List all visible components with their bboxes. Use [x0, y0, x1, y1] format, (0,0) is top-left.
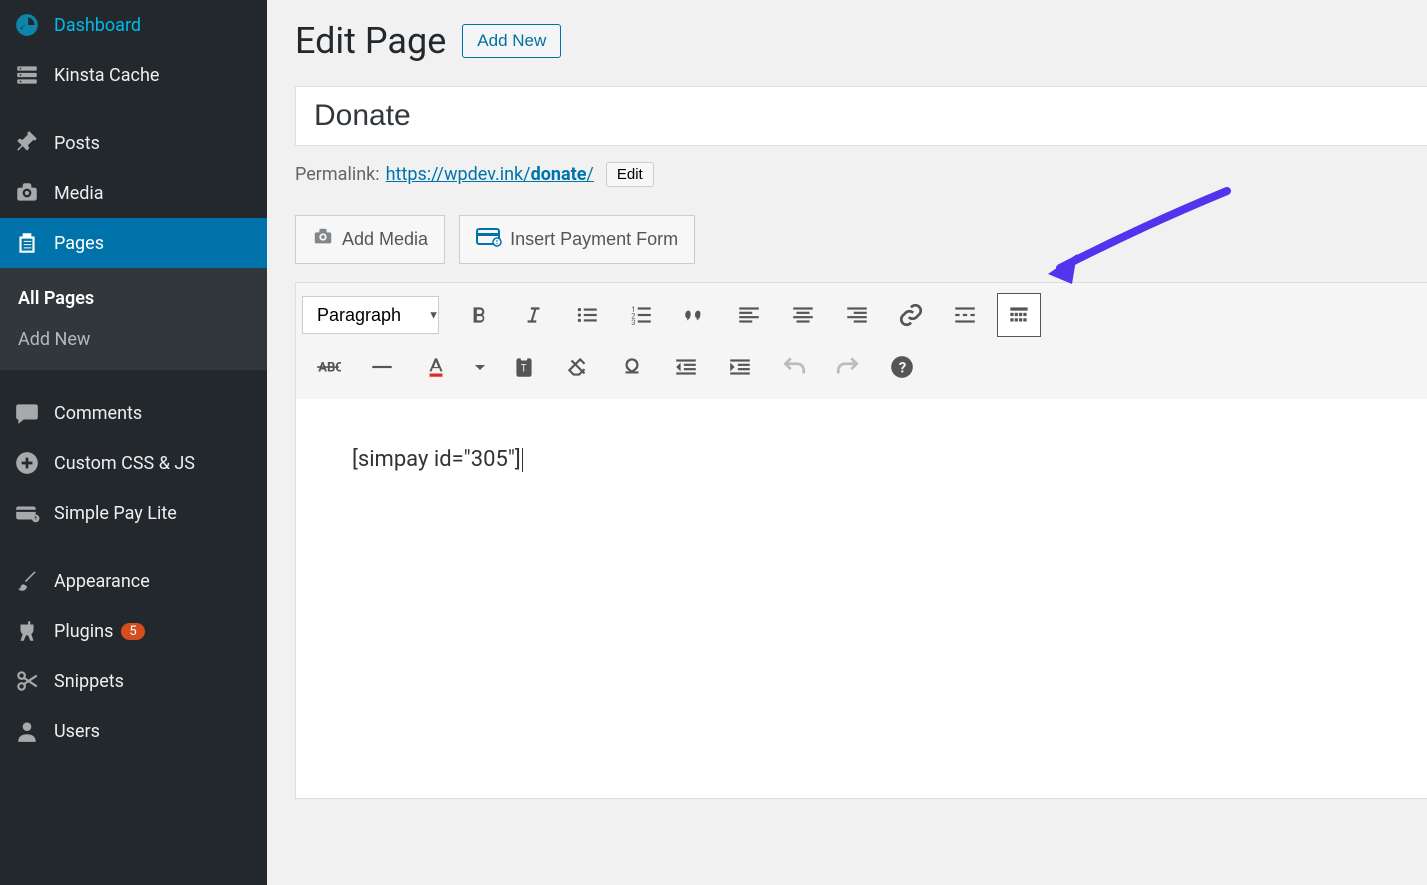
svg-text:ABC: ABC [318, 360, 341, 375]
sidebar-item-posts[interactable]: Posts [0, 118, 267, 168]
svg-text:?: ? [899, 358, 907, 376]
pages-submenu: All Pages Add New [0, 268, 267, 370]
plus-icon [14, 450, 40, 476]
sidebar-label: Snippets [54, 671, 124, 692]
special-character-button[interactable] [610, 345, 654, 389]
strikethrough-button[interactable]: ABC [306, 345, 350, 389]
media-icon [14, 180, 40, 206]
admin-sidebar: Dashboard Kinsta Cache Posts Media Pages… [0, 0, 267, 885]
permalink-link[interactable]: https://wpdev.ink/donate/ [386, 164, 594, 185]
add-media-button[interactable]: Add Media [295, 215, 445, 264]
blockquote-button[interactable] [673, 293, 717, 337]
main-content: Edit Page Add New Permalink: https://wpd… [267, 0, 1427, 885]
sidebar-item-users[interactable]: Users [0, 706, 267, 756]
sidebar-label: Media [54, 183, 104, 204]
bold-button[interactable] [457, 293, 501, 337]
pages-icon [14, 230, 40, 256]
page-title: Edit Page [295, 20, 446, 62]
editor-toolbar: Paragraph 123 ABC T [295, 282, 1427, 399]
comment-icon [14, 400, 40, 426]
media-buttons-row: Add Media Insert Payment Form [295, 215, 1427, 264]
sidebar-label: Posts [54, 133, 100, 154]
pin-icon [14, 130, 40, 156]
plugin-icon [14, 618, 40, 644]
sidebar-label: Plugins [54, 621, 113, 642]
sidebar-item-comments[interactable]: Comments [0, 388, 267, 438]
sidebar-item-appearance[interactable]: Appearance [0, 556, 267, 606]
text-color-button[interactable] [414, 345, 458, 389]
sidebar-label: Users [54, 721, 100, 742]
edit-permalink-button[interactable]: Edit [606, 162, 654, 187]
text-cursor [522, 448, 523, 472]
page-header: Edit Page Add New [295, 20, 1427, 62]
sidebar-label: Simple Pay Lite [54, 503, 177, 524]
add-new-button[interactable]: Add New [462, 24, 561, 58]
italic-button[interactable] [511, 293, 555, 337]
read-more-button[interactable] [943, 293, 987, 337]
permalink-row: Permalink: https://wpdev.ink/donate/ Edi… [295, 162, 1427, 187]
help-button[interactable]: ? [880, 345, 924, 389]
clear-formatting-button[interactable] [556, 345, 600, 389]
dashboard-icon [14, 12, 40, 38]
sidebar-label: Dashboard [54, 15, 141, 36]
paste-text-button[interactable]: T [502, 345, 546, 389]
user-icon [14, 718, 40, 744]
scissors-icon [14, 668, 40, 694]
insert-payment-label: Insert Payment Form [510, 229, 678, 250]
text-color-dropdown-button[interactable] [468, 345, 492, 389]
sidebar-label: Comments [54, 403, 142, 424]
format-select[interactable]: Paragraph [302, 296, 439, 334]
sidebar-label: Kinsta Cache [54, 65, 159, 86]
outdent-button[interactable] [664, 345, 708, 389]
insert-payment-form-button[interactable]: Insert Payment Form [459, 215, 695, 264]
undo-button[interactable] [772, 345, 816, 389]
cache-icon [14, 62, 40, 88]
sidebar-label: Custom CSS & JS [54, 453, 195, 474]
align-center-button[interactable] [781, 293, 825, 337]
brush-icon [14, 568, 40, 594]
submenu-all-pages[interactable]: All Pages [0, 278, 267, 319]
align-right-button[interactable] [835, 293, 879, 337]
align-left-button[interactable] [727, 293, 771, 337]
sidebar-item-custom-css-js[interactable]: Custom CSS & JS [0, 438, 267, 488]
bullet-list-button[interactable] [565, 293, 609, 337]
svg-text:T: T [521, 363, 527, 374]
sidebar-item-pages[interactable]: Pages [0, 218, 267, 268]
sidebar-item-kinsta-cache[interactable]: Kinsta Cache [0, 50, 267, 100]
submenu-add-new[interactable]: Add New [0, 319, 267, 360]
sidebar-item-media[interactable]: Media [0, 168, 267, 218]
toolbar-toggle-button[interactable] [997, 293, 1041, 337]
sidebar-label: Appearance [54, 571, 150, 592]
link-button[interactable] [889, 293, 933, 337]
add-media-label: Add Media [342, 229, 428, 250]
permalink-label: Permalink: [295, 164, 380, 185]
post-title-input[interactable] [295, 86, 1427, 146]
card-icon [14, 500, 40, 526]
redo-button[interactable] [826, 345, 870, 389]
editor-content-area[interactable]: [simpay id="305"] [295, 399, 1427, 799]
indent-button[interactable] [718, 345, 762, 389]
svg-text:3: 3 [631, 318, 635, 327]
numbered-list-button[interactable]: 123 [619, 293, 663, 337]
media-icon [312, 226, 334, 253]
sidebar-item-dashboard[interactable]: Dashboard [0, 0, 267, 50]
horizontal-rule-button[interactable] [360, 345, 404, 389]
sidebar-label: Pages [54, 233, 104, 254]
plugins-badge: 5 [121, 623, 144, 640]
sidebar-item-simple-pay-lite[interactable]: Simple Pay Lite [0, 488, 267, 538]
sidebar-item-snippets[interactable]: Snippets [0, 656, 267, 706]
editor-text: [simpay id="305"] [352, 447, 521, 472]
sidebar-item-plugins[interactable]: Plugins 5 [0, 606, 267, 656]
payment-card-icon [476, 226, 502, 253]
